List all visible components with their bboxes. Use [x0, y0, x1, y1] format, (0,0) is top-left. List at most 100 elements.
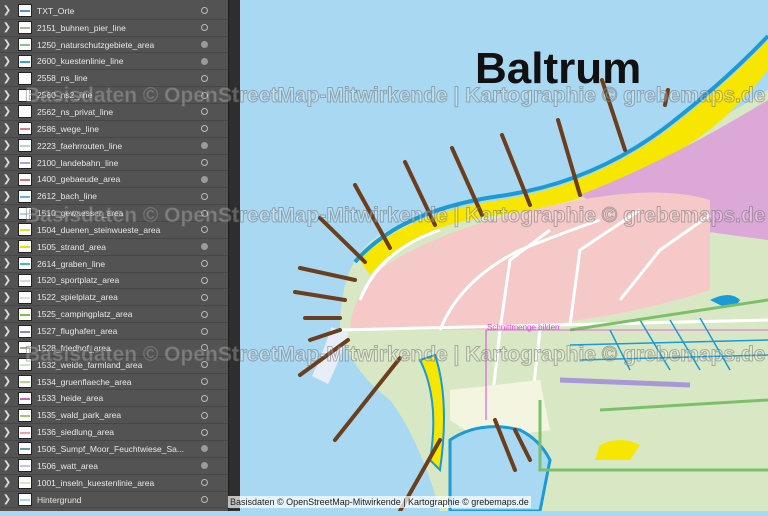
- layer-row[interactable]: ❯ 1536_siedlung_area: [0, 424, 228, 442]
- layer-thumbnail: [18, 391, 32, 405]
- layer-target-circle-icon[interactable]: [201, 276, 208, 284]
- layer-row[interactable]: ❯ 1520_sportplatz_area: [0, 273, 228, 290]
- layer-thumbnail: [18, 88, 32, 102]
- expand-chevron-icon[interactable]: ❯: [0, 56, 14, 67]
- expand-chevron-icon[interactable]: ❯: [0, 443, 14, 454]
- layer-target-circle-icon[interactable]: [201, 479, 208, 487]
- expand-chevron-icon[interactable]: ❯: [0, 106, 14, 117]
- layer-row[interactable]: ❯ 2614_graben_line: [0, 256, 228, 273]
- layer-name: 1532_weide_farmland_area: [37, 359, 143, 370]
- layer-row[interactable]: ❯ 1533_heide_area: [0, 391, 228, 408]
- layer-target-circle-icon[interactable]: [201, 327, 208, 335]
- layer-row[interactable]: ❯ 2562_ns_privat_line: [0, 104, 228, 121]
- layer-target-circle-icon[interactable]: [201, 125, 208, 133]
- layer-target-circle-icon[interactable]: [201, 226, 208, 234]
- layer-row[interactable]: ❯ 2600_kuestenlinie_line: [0, 54, 228, 71]
- layer-target-circle-icon[interactable]: [201, 394, 208, 402]
- layer-row[interactable]: ❯ TXT_Orte: [0, 3, 228, 20]
- layer-row[interactable]: ❯ 1250_naturschutzgebiete_area: [0, 37, 228, 54]
- layer-target-circle-icon[interactable]: [201, 159, 208, 167]
- expand-chevron-icon[interactable]: ❯: [0, 191, 14, 202]
- layer-target-circle-icon[interactable]: [201, 91, 208, 99]
- layer-row[interactable]: ❯ 2151_buhnen_pier_line: [0, 20, 228, 37]
- layer-row[interactable]: ❯ 1505_strand_area: [0, 239, 228, 256]
- expand-chevron-icon[interactable]: ❯: [0, 359, 14, 370]
- layer-row[interactable]: ❯ 1504_duenen_steinwueste_area: [0, 222, 228, 239]
- expand-chevron-icon[interactable]: ❯: [0, 376, 14, 387]
- expand-chevron-icon[interactable]: ❯: [0, 326, 14, 337]
- expand-chevron-icon[interactable]: ❯: [0, 494, 14, 505]
- expand-chevron-icon[interactable]: ❯: [0, 460, 14, 471]
- layer-target-circle-icon[interactable]: [201, 142, 208, 150]
- layer-thumbnail: [18, 54, 32, 68]
- layer-row[interactable]: ❯ 2586_wege_line: [0, 121, 228, 138]
- layer-target-circle-icon[interactable]: [201, 378, 208, 386]
- expand-chevron-icon[interactable]: ❯: [0, 208, 14, 219]
- layer-target-circle-icon[interactable]: [201, 462, 208, 470]
- layer-row[interactable]: ❯ 2223_faehrrouten_line: [0, 138, 228, 155]
- layer-row[interactable]: ❯ 2560_ns2_line: [0, 87, 228, 105]
- layer-row[interactable]: ❯ 1532_weide_farmland_area: [0, 357, 228, 374]
- expand-chevron-icon[interactable]: ❯: [0, 241, 14, 252]
- layer-name: 2151_buhnen_pier_line: [37, 22, 126, 33]
- layer-target-circle-icon[interactable]: [201, 310, 208, 318]
- expand-chevron-icon[interactable]: ❯: [0, 5, 14, 16]
- layer-target-circle-icon[interactable]: [201, 108, 208, 116]
- layer-target-circle-icon[interactable]: [201, 344, 208, 352]
- layer-row[interactable]: ❯ 1510_gewaesser_area: [0, 205, 228, 222]
- layer-row[interactable]: ❯ 1535_wald_park_area: [0, 407, 228, 425]
- layer-row[interactable]: ❯ 1528_friedhof_area: [0, 340, 228, 357]
- layer-target-circle-icon[interactable]: [201, 57, 208, 65]
- layer-target-circle-icon[interactable]: [201, 7, 208, 15]
- layer-row[interactable]: ❯ 1506_Sumpf_Moor_Feuchtwiese_Sa...: [0, 441, 228, 458]
- layer-row[interactable]: ❯ 1527_flughafen_area: [0, 323, 228, 340]
- expand-chevron-icon[interactable]: ❯: [0, 73, 14, 84]
- layer-target-circle-icon[interactable]: [201, 209, 208, 217]
- expand-chevron-icon[interactable]: ❯: [0, 22, 14, 33]
- layer-target-circle-icon[interactable]: [201, 260, 208, 268]
- expand-chevron-icon[interactable]: ❯: [0, 309, 14, 320]
- layer-row[interactable]: ❯ 2558_ns_line: [0, 70, 228, 88]
- layer-target-circle-icon[interactable]: [201, 243, 208, 251]
- layer-name: 1534_gruenflaeche_area: [37, 376, 132, 387]
- layer-row[interactable]: ❯ Hintergrund: [0, 492, 228, 509]
- layer-row[interactable]: ❯ 1001_inseln_kuestenlinie_area: [0, 475, 228, 492]
- layer-row[interactable]: ❯ 1506_watt_area: [0, 458, 228, 475]
- layer-row[interactable]: ❯ 1400_gebaeude_area: [0, 172, 228, 189]
- expand-chevron-icon[interactable]: ❯: [0, 123, 14, 134]
- expand-chevron-icon[interactable]: ❯: [0, 342, 14, 353]
- expand-chevron-icon[interactable]: ❯: [0, 410, 14, 421]
- layer-row[interactable]: ❯ 2100_landebahn_line: [0, 155, 228, 172]
- expand-chevron-icon[interactable]: ❯: [0, 157, 14, 168]
- layer-target-circle-icon[interactable]: [201, 428, 208, 436]
- layer-target-circle-icon[interactable]: [201, 361, 208, 369]
- layer-row[interactable]: ❯ 1522_spielplatz_area: [0, 289, 228, 307]
- layer-row[interactable]: ❯ 2612_bach_line: [0, 188, 228, 206]
- layer-target-circle-icon[interactable]: [201, 411, 208, 419]
- expand-chevron-icon[interactable]: ❯: [0, 174, 14, 185]
- layer-target-circle-icon[interactable]: [201, 74, 208, 82]
- layer-thumbnail: [18, 493, 32, 507]
- expand-chevron-icon[interactable]: ❯: [0, 292, 14, 303]
- layer-row[interactable]: ❯ 1525_campingplatz_area: [0, 306, 228, 324]
- expand-chevron-icon[interactable]: ❯: [0, 224, 14, 235]
- expand-chevron-icon[interactable]: ❯: [0, 477, 14, 488]
- layer-target-circle-icon[interactable]: [201, 445, 208, 453]
- expand-chevron-icon[interactable]: ❯: [0, 140, 14, 151]
- layer-target-circle-icon[interactable]: [201, 496, 208, 504]
- expand-chevron-icon[interactable]: ❯: [0, 427, 14, 438]
- layer-target-circle-icon[interactable]: [201, 24, 208, 32]
- expand-chevron-icon[interactable]: ❯: [0, 90, 14, 101]
- layer-target-circle-icon[interactable]: [201, 192, 208, 200]
- layer-target-circle-icon[interactable]: [201, 41, 208, 49]
- layer-row[interactable]: ❯ 1534_gruenflaeche_area: [0, 374, 228, 391]
- expand-chevron-icon[interactable]: ❯: [0, 258, 14, 269]
- vertical-ruler[interactable]: [228, 0, 240, 511]
- expand-chevron-icon[interactable]: ❯: [0, 393, 14, 404]
- layer-name: 2223_faehrrouten_line: [37, 140, 123, 151]
- expand-chevron-icon[interactable]: ❯: [0, 275, 14, 286]
- layer-target-circle-icon[interactable]: [201, 175, 208, 183]
- layer-target-circle-icon[interactable]: [201, 293, 208, 301]
- expand-chevron-icon[interactable]: ❯: [0, 39, 14, 50]
- layer-thumbnail: [18, 240, 32, 254]
